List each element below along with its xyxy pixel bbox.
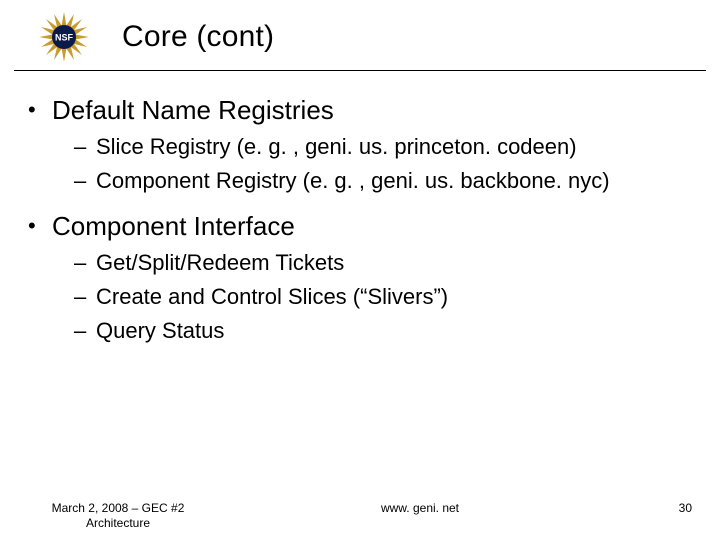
header: NSF Core (cont) <box>14 0 706 71</box>
bullet-l1: Default Name Registries Slice Registry (… <box>28 95 692 195</box>
bullet-l1: Component Interface Get/Split/Redeem Tic… <box>28 211 692 345</box>
footer-subtitle: Architecture <box>28 516 208 532</box>
svg-text:NSF: NSF <box>55 33 74 43</box>
bullet-l2: Component Registry (e. g. , geni. us. ba… <box>74 166 692 196</box>
bullet-l2: Create and Control Slices (“Slivers”) <box>74 282 692 312</box>
nsf-logo-icon: NSF <box>24 10 104 64</box>
bullet-l2: Slice Registry (e. g. , geni. us. prince… <box>74 132 692 162</box>
slide-number: 30 <box>632 501 692 515</box>
bullet-text: Default Name Registries <box>52 95 334 125</box>
footer: March 2, 2008 – GEC #2 Architecture www.… <box>0 501 720 532</box>
bullet-text: Component Interface <box>52 211 295 241</box>
slide-title: Core (cont) <box>122 20 274 54</box>
slide-body: Default Name Registries Slice Registry (… <box>0 71 720 345</box>
footer-url: www. geni. net <box>208 501 632 515</box>
footer-date: March 2, 2008 – GEC #2 <box>28 501 208 517</box>
footer-left: March 2, 2008 – GEC #2 Architecture <box>28 501 208 532</box>
slide: NSF Core (cont) Default Name Registries … <box>0 0 720 540</box>
bullet-l2: Get/Split/Redeem Tickets <box>74 248 692 278</box>
bullet-l2: Query Status <box>74 316 692 346</box>
